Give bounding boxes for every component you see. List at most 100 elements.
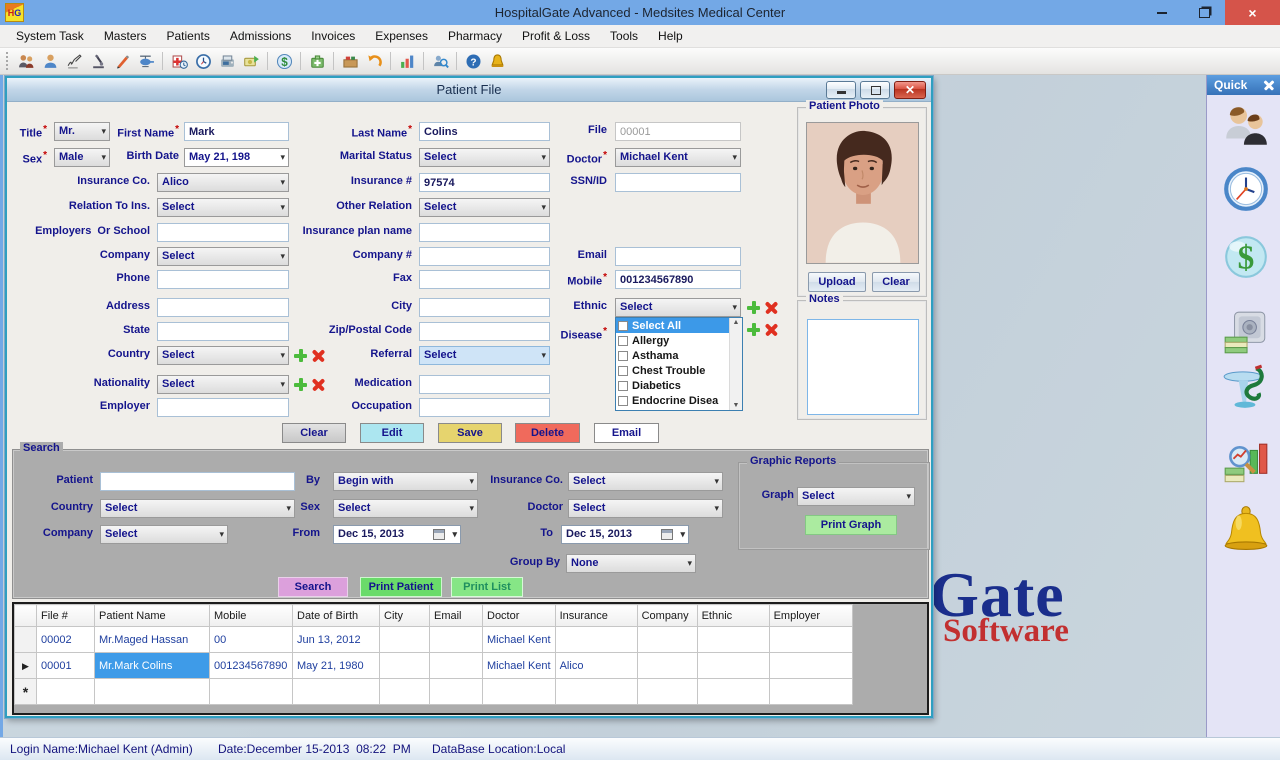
grid-column-header-employer[interactable]: Employer [769, 605, 852, 627]
search-group_by-select[interactable]: None [566, 554, 696, 573]
other_relation-select[interactable]: Select [419, 198, 550, 217]
grid-cell[interactable]: Mr.Maged Hassan [95, 627, 210, 653]
print-patient-button[interactable]: Print Patient [360, 577, 442, 597]
medicine-icon[interactable] [305, 49, 329, 73]
email-input[interactable] [615, 247, 741, 266]
pen-icon[interactable] [110, 49, 134, 73]
grid-cell[interactable] [95, 679, 210, 705]
save-button[interactable]: Save [438, 423, 502, 443]
print-list-button[interactable]: Print List [451, 577, 523, 597]
grid-cell[interactable] [555, 627, 637, 653]
grid-cell[interactable]: Michael Kent [483, 627, 556, 653]
referral-select[interactable]: Select [419, 346, 550, 365]
search-to-datepicker[interactable]: Dec 15, 2013 [561, 525, 689, 544]
grid-cell[interactable] [430, 627, 483, 653]
grid-cell[interactable]: Michael Kent [483, 653, 556, 679]
clock-icon[interactable] [1221, 163, 1271, 215]
grid-cell[interactable]: 00002 [37, 627, 95, 653]
grid-cell[interactable]: Mr.Mark Colins [95, 653, 210, 679]
delete-button[interactable]: Delete [515, 423, 580, 443]
calendar-icon[interactable] [661, 529, 673, 540]
doctor-select[interactable]: Michael Kent [615, 148, 741, 167]
microscope-icon[interactable] [86, 49, 110, 73]
quick-panel-close-icon[interactable] [1261, 77, 1277, 93]
menu-item-masters[interactable]: Masters [94, 26, 157, 46]
helicopter-icon[interactable] [134, 49, 158, 73]
scroll-up-icon[interactable]: ▲ [730, 319, 742, 326]
grid-column-header-file[interactable]: File # [37, 605, 95, 627]
grid-column-header[interactable] [15, 605, 37, 627]
mobile-input[interactable] [615, 270, 741, 289]
patients-icon[interactable] [14, 49, 38, 73]
patient-window-close-button[interactable]: ✕ [894, 81, 926, 99]
dollar-icon[interactable]: $ [272, 49, 296, 73]
grid-column-header-mobile[interactable]: Mobile [210, 605, 293, 627]
menu-item-patients[interactable]: Patients [157, 26, 220, 46]
ethnic-select[interactable]: Select [615, 298, 741, 317]
menu-item-pharmacy[interactable]: Pharmacy [438, 26, 512, 46]
fax-icon[interactable] [215, 49, 239, 73]
disease-option-allergy[interactable]: Allergy [616, 333, 729, 348]
insurance_plan_name-input[interactable] [419, 223, 550, 242]
grid-cell[interactable] [697, 653, 769, 679]
edit-button[interactable]: Edit [360, 423, 424, 443]
grid-cell[interactable] [483, 679, 556, 705]
notes-textarea[interactable] [807, 319, 919, 415]
grid-cell[interactable] [293, 679, 380, 705]
graph-select[interactable]: Select [797, 487, 915, 506]
email-button[interactable]: Email [594, 423, 659, 443]
search-doctor-select[interactable]: Select [568, 499, 723, 518]
grid-cell[interactable] [380, 679, 430, 705]
grid-cell[interactable] [637, 627, 697, 653]
help-icon[interactable]: ? [461, 49, 485, 73]
grid-cell[interactable]: May 21, 1980 [293, 653, 380, 679]
grid-cell[interactable] [430, 653, 483, 679]
menu-item-tools[interactable]: Tools [600, 26, 648, 46]
grid-cell[interactable] [380, 653, 430, 679]
ethnic-add-icon[interactable] [747, 301, 760, 314]
grid-column-header-doctor[interactable]: Doctor [483, 605, 556, 627]
disease-option-chest-trouble[interactable]: Chest Trouble [616, 363, 729, 378]
grid-column-header-city[interactable]: City [380, 605, 430, 627]
disease-scrollbar[interactable]: ▲▼ [729, 318, 742, 410]
billing-icon[interactable]: $ [1221, 231, 1271, 283]
menu-item-invoices[interactable]: Invoices [301, 26, 365, 46]
ssn_id-input[interactable] [615, 173, 741, 192]
cashbox-icon[interactable] [1221, 307, 1271, 359]
checkbox[interactable] [618, 381, 628, 391]
user-search-icon[interactable] [428, 49, 452, 73]
patients-icon[interactable] [1221, 101, 1271, 153]
disease-option-select-all[interactable]: Select All [616, 318, 729, 333]
bell-icon[interactable] [485, 49, 509, 73]
search-insurance_co-select[interactable]: Select [568, 472, 723, 491]
patient-window-minimize-button[interactable] [826, 81, 856, 99]
grid-column-header-ethnic[interactable]: Ethnic [697, 605, 769, 627]
pharmacy-icon[interactable] [1221, 361, 1271, 413]
ethnic-delete-icon[interactable] [765, 301, 778, 314]
clear-button[interactable]: Clear [282, 423, 346, 443]
menu-item-profit-loss[interactable]: Profit & Loss [512, 26, 600, 46]
grid-column-header-company[interactable]: Company [637, 605, 697, 627]
grid-cell[interactable] [210, 679, 293, 705]
minimize-button[interactable] [1141, 0, 1183, 25]
checkbox[interactable] [618, 366, 628, 376]
grid-cell[interactable] [380, 627, 430, 653]
occupation-input[interactable] [419, 398, 550, 417]
grid-cell[interactable] [637, 679, 697, 705]
grid-cell[interactable] [769, 679, 852, 705]
medication-input[interactable] [419, 375, 550, 394]
grid-cell[interactable] [430, 679, 483, 705]
payment-icon[interactable] [239, 49, 263, 73]
file-input[interactable] [615, 122, 741, 141]
menu-item-admissions[interactable]: Admissions [220, 26, 301, 46]
grid-cell[interactable]: Jun 13, 2012 [293, 627, 380, 653]
print-graph-button[interactable]: Print Graph [805, 515, 897, 535]
scroll-down-icon[interactable]: ▼ [730, 402, 742, 409]
checkbox[interactable] [618, 396, 628, 406]
patient-window-maximize-button[interactable] [860, 81, 890, 99]
chart-icon[interactable] [395, 49, 419, 73]
supplies-icon[interactable] [338, 49, 362, 73]
grid-cell[interactable] [37, 679, 95, 705]
close-button[interactable]: × [1225, 0, 1280, 25]
grid-cell[interactable]: 00 [210, 627, 293, 653]
